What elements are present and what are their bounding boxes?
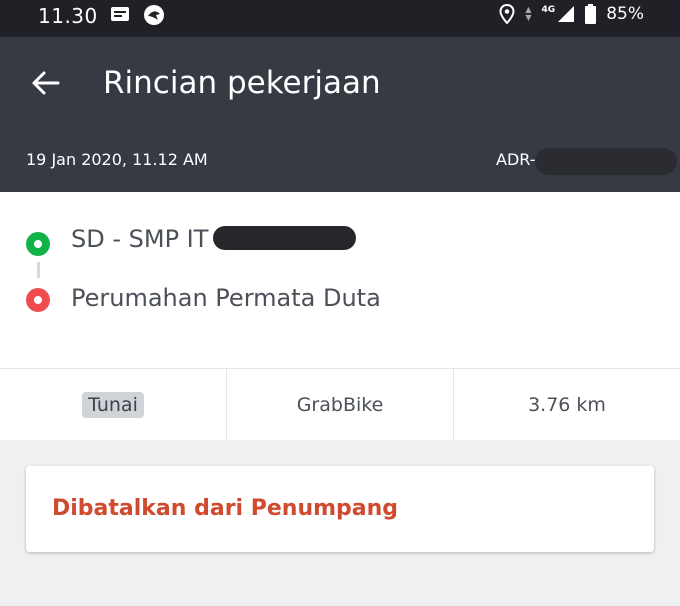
redacted-order-id	[535, 148, 677, 175]
distance-cell: 3.76 km	[454, 369, 680, 440]
status-bar: 11.30 ▲ ▼ 4G 85%	[0, 0, 680, 37]
dropoff-dot-icon	[26, 288, 50, 312]
back-arrow-icon[interactable]	[30, 67, 62, 99]
signal-icon	[558, 6, 575, 22]
status-card: Dibatalkan dari Penumpang	[26, 466, 654, 552]
battery-icon	[585, 4, 597, 24]
redacted-pickup-name	[213, 226, 356, 250]
status-right: ▲ ▼ 4G 85%	[499, 4, 644, 24]
status-time: 11.30	[38, 4, 98, 28]
trip-info-bar: Tunai GrabBike 3.76 km	[0, 368, 680, 440]
job-date-time: 19 Jan 2020, 11.12 AM	[26, 150, 208, 169]
order-id: ADR-	[496, 150, 536, 169]
data-arrows-icon: ▲ ▼	[525, 5, 532, 22]
app-notification-icon	[144, 5, 164, 25]
cancellation-status: Dibatalkan dari Penumpang	[52, 496, 399, 521]
pickup-dot-icon	[26, 232, 50, 256]
app-bar: Rincian pekerjaan 19 Jan 2020, 11.12 AM …	[0, 37, 680, 192]
payment-method: Tunai	[82, 391, 144, 418]
network-type: 4G	[541, 5, 556, 15]
trip-distance: 3.76 km	[528, 393, 606, 416]
location-icon	[499, 4, 515, 24]
route-connector	[37, 262, 40, 278]
service-cell: GrabBike	[227, 369, 454, 440]
battery-level: 85%	[606, 4, 644, 24]
page-title: Rincian pekerjaan	[103, 65, 381, 101]
route-section: SD - SMP IT Perumahan Permata Duta	[0, 192, 680, 368]
pickup-location: SD - SMP IT	[71, 225, 209, 253]
message-icon	[111, 7, 129, 21]
payment-cell: Tunai	[0, 369, 227, 440]
service-type: GrabBike	[296, 393, 384, 416]
dropoff-location: Perumahan Permata Duta	[71, 284, 381, 312]
